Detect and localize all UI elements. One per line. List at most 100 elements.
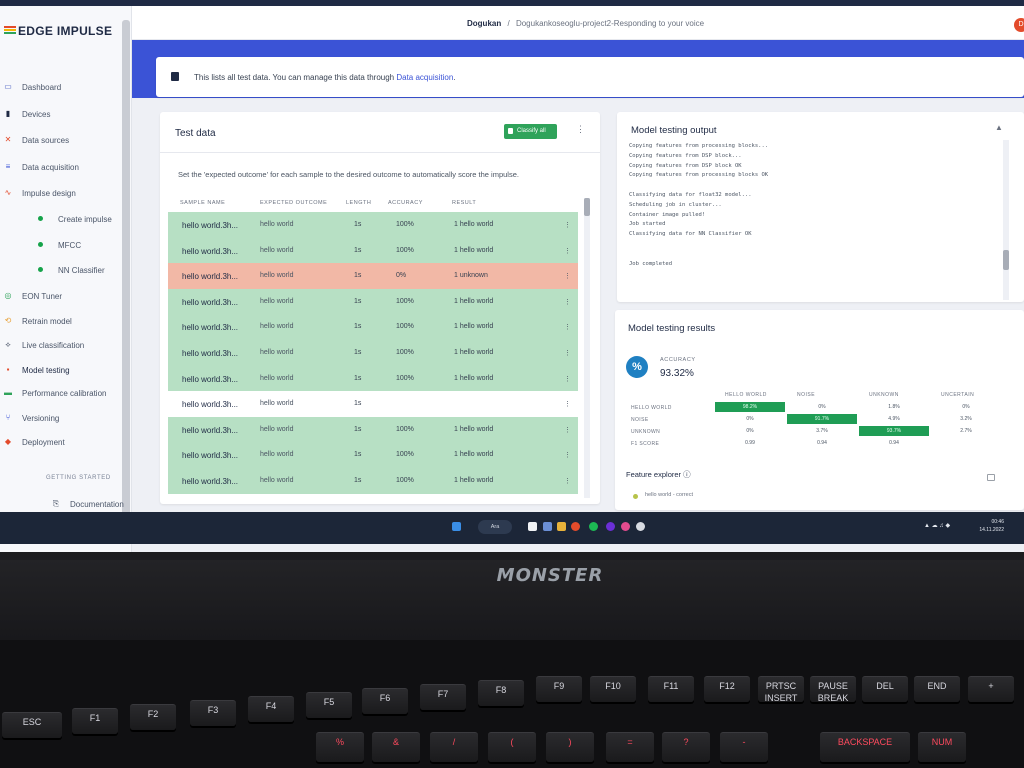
accuracy-cell: 100% [396, 375, 414, 382]
row-menu-icon[interactable]: ⋮ [564, 349, 571, 357]
sidebar-item-live-classification[interactable]: ⟡ Live classification [0, 336, 132, 356]
avatar[interactable]: D [1014, 18, 1024, 32]
sidebar-item-retrain-model[interactable]: ⟲ Retrain model [0, 312, 132, 332]
opera-icon[interactable] [621, 522, 630, 531]
expected-outcome-cell[interactable]: hello world [260, 400, 293, 407]
sidebar-item-impulse-design[interactable]: ∿ Impulse design [0, 184, 132, 204]
accuracy-cell: 100% [396, 298, 414, 305]
expected-outcome-cell[interactable]: hello world [260, 221, 293, 228]
more-menu-icon[interactable]: ⋮ [576, 124, 585, 135]
sidebar-item-eon-tuner[interactable]: ◎ EON Tuner [0, 287, 132, 307]
length-cell: 1s [354, 451, 362, 458]
sidebar-item-data-acquisition[interactable]: ≡ Data acquisition [0, 158, 132, 178]
sidebar-item-data-sources[interactable]: ✕ Data sources [0, 131, 132, 151]
breadcrumb: Dogukan / Dogukankoseoglu-project2-Respo… [467, 19, 704, 28]
taskbar-search[interactable]: Ara [478, 520, 512, 534]
logo[interactable]: EDGE IMPULSE [4, 24, 132, 40]
key: END [914, 676, 960, 702]
column-header-result[interactable]: RESULT [452, 200, 476, 206]
spotify-icon[interactable] [589, 522, 598, 531]
sidebar-item-label: Documentation [70, 500, 124, 509]
row-menu-icon[interactable]: ⋮ [564, 400, 571, 408]
expected-outcome-cell[interactable]: hello world [260, 247, 293, 254]
chrome-icon[interactable] [571, 522, 580, 531]
github-icon[interactable] [636, 522, 645, 531]
windows-start-icon[interactable] [452, 522, 461, 531]
expand-icon[interactable] [987, 474, 995, 481]
table-row[interactable]: hello world.3h... hello world 1s 0% 1 unknow… [168, 263, 578, 289]
task-view-icon[interactable] [528, 522, 537, 531]
column-header-length[interactable]: LENGTH [346, 200, 371, 206]
table-row[interactable]: hello world.3h... hello world 1s 100% 1 hell… [168, 366, 578, 392]
breadcrumb-project[interactable]: Dogukankoseoglu-project2-Responding to y… [516, 19, 704, 28]
expected-outcome-cell[interactable]: hello world [260, 323, 293, 330]
collapse-icon[interactable]: ▲ [995, 123, 1003, 132]
sidebar-item-devices[interactable]: ▮ Devices [0, 105, 132, 125]
sidebar-item-dashboard[interactable]: ▭ Dashboard [0, 78, 132, 98]
table-row[interactable]: hello world.3h... hello world 1s 100% 1 hell… [168, 468, 578, 494]
row-menu-icon[interactable]: ⋮ [564, 426, 571, 434]
key: F7 [420, 684, 466, 710]
row-menu-icon[interactable]: ⋮ [564, 477, 571, 485]
scrollbar-thumb[interactable] [1003, 250, 1009, 270]
breadcrumb-user[interactable]: Dogukan [467, 19, 501, 28]
sidebar-item-deployment[interactable]: ◆ Deployment [0, 433, 132, 453]
table-scrollbar[interactable] [584, 198, 590, 498]
table-row[interactable]: hello world.3h... hello world 1s 100% 1 hell… [168, 238, 578, 264]
key: ESC [2, 712, 62, 738]
column-header-accuracy[interactable]: ACCURACY [388, 200, 423, 206]
row-menu-icon[interactable]: ⋮ [564, 375, 571, 383]
row-menu-icon[interactable]: ⋮ [564, 298, 571, 306]
confusion-cell: 0.94 [817, 440, 827, 446]
laptop-brand-logo: MONSTER [496, 565, 604, 586]
table-row[interactable]: hello world.3h... hello world 1s 100% 1 hell… [168, 289, 578, 315]
sidebar-item-label: Devices [22, 110, 51, 119]
sidebar-item-create-impulse[interactable]: Create impulse [0, 210, 132, 230]
column-header-sample-name[interactable]: SAMPLE NAME [180, 200, 225, 206]
sidebar-item-model-testing[interactable]: ▪ Model testing [0, 361, 132, 381]
sidebar-item-versioning[interactable]: ⑂ Versioning [0, 409, 132, 429]
system-tray-icons[interactable]: ▲ ☁ ♫ ◆ [924, 522, 950, 529]
expected-outcome-cell[interactable]: hello world [260, 477, 293, 484]
data-acquisition-link[interactable]: Data acquisition [396, 73, 453, 82]
app-icon[interactable] [606, 522, 615, 531]
table-row[interactable]: hello world.3h... hello world 1s 100% 1 hell… [168, 417, 578, 443]
row-menu-icon[interactable]: ⋮ [564, 221, 571, 229]
table-row[interactable]: hello world.3h... hello world 1s 100% 1 hell… [168, 314, 578, 340]
expected-outcome-cell[interactable]: hello world [260, 375, 293, 382]
confusion-cell [931, 438, 1001, 448]
expected-outcome-cell[interactable]: hello world [260, 426, 293, 433]
classify-all-button[interactable]: Classify all [504, 124, 557, 139]
sidebar-item-label: Data acquisition [22, 163, 79, 172]
table-row[interactable]: hello world.3h... hello world 1s 100% 1 hell… [168, 442, 578, 468]
expected-outcome-cell[interactable]: hello world [260, 298, 293, 305]
expected-outcome-cell[interactable]: hello world [260, 451, 293, 458]
clock[interactable]: 00:46 14.11.2022 [970, 518, 1004, 534]
confusion-row-label: F1 SCORE [631, 441, 660, 447]
row-menu-icon[interactable]: ⋮ [564, 247, 571, 255]
sidebar-item-mfcc[interactable]: MFCC [0, 236, 132, 256]
table-row[interactable]: hello world.3h... hello world 1s ⋮ [168, 391, 578, 417]
key: BACKSPACE [820, 732, 910, 762]
sidebar-item-nn-classifier[interactable]: NN Classifier [0, 261, 132, 281]
explorer-icon[interactable] [543, 522, 552, 531]
table-row[interactable]: hello world.3h... hello world 1s 100% 1 hell… [168, 212, 578, 238]
feature-explorer-title: Feature explorer ⓘ [626, 470, 691, 479]
sidebar-item-performance-calibration[interactable]: ▬ Performance calibration [0, 384, 132, 404]
expected-outcome-cell[interactable]: hello world [260, 349, 293, 356]
row-menu-icon[interactable]: ⋮ [564, 323, 571, 331]
scrollbar-thumb[interactable] [584, 198, 590, 216]
confusion-cell: 0.94 [889, 440, 899, 446]
confusion-cell: 0% [818, 404, 826, 410]
output-scrollbar[interactable] [1003, 140, 1009, 300]
length-cell: 1s [354, 375, 362, 382]
accuracy-cell: 100% [396, 477, 414, 484]
folder-icon[interactable] [557, 522, 566, 531]
row-menu-icon[interactable]: ⋮ [564, 272, 571, 280]
confusion-cell: 4.9% [888, 416, 900, 422]
row-menu-icon[interactable]: ⋮ [564, 451, 571, 459]
expected-outcome-cell[interactable]: hello world [260, 272, 293, 279]
table-row[interactable]: hello world.3h... hello world 1s 100% 1 hell… [168, 340, 578, 366]
column-header-expected-outcome[interactable]: EXPECTED OUTCOME [260, 200, 327, 206]
accuracy-cell: 100% [396, 349, 414, 356]
